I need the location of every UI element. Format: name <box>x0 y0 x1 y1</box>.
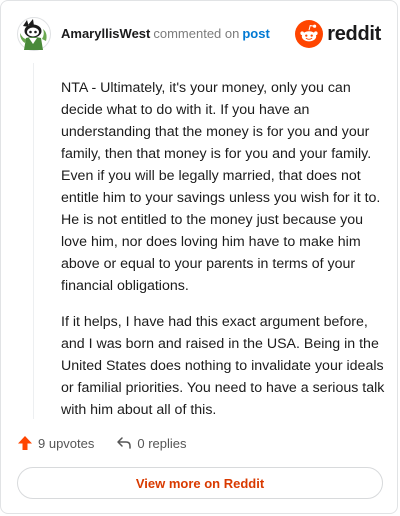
upvote-arrow-icon <box>18 436 32 450</box>
comment-actions: 9 upvotes 0 replies <box>17 433 187 453</box>
upvotes-count: 9 upvotes <box>38 435 95 451</box>
view-more-button[interactable]: View more on Reddit <box>17 467 383 499</box>
comment-verb: commented on <box>153 26 240 41</box>
comment-byline: AmaryllisWest commented on post <box>61 26 270 42</box>
replies-count: 0 replies <box>137 435 187 451</box>
replies-button[interactable]: 0 replies <box>116 435 187 451</box>
avatar[interactable] <box>17 17 51 51</box>
reddit-logo-icon <box>295 20 324 48</box>
post-link[interactable]: post <box>242 26 269 41</box>
comment-paragraph: If it helps, I have had this exact argum… <box>61 314 385 418</box>
comment-header: AmaryllisWest commented on post reddit <box>17 17 381 51</box>
embedded-comment-card: AmaryllisWest commented on post reddit NTA… <box>0 0 398 514</box>
comment-author[interactable]: AmaryllisWest <box>61 26 150 41</box>
reddit-wordmark: reddit <box>327 22 381 45</box>
comment-body: NTA - Ultimately, it's your money, only … <box>61 77 391 435</box>
reddit-brand[interactable]: reddit <box>295 20 381 48</box>
comment-paragraph: NTA - Ultimately, it's your money, only … <box>61 80 381 294</box>
thread-line <box>33 63 34 419</box>
reply-arrow-icon <box>117 437 132 449</box>
upvote-button[interactable]: 9 upvotes <box>17 435 94 451</box>
